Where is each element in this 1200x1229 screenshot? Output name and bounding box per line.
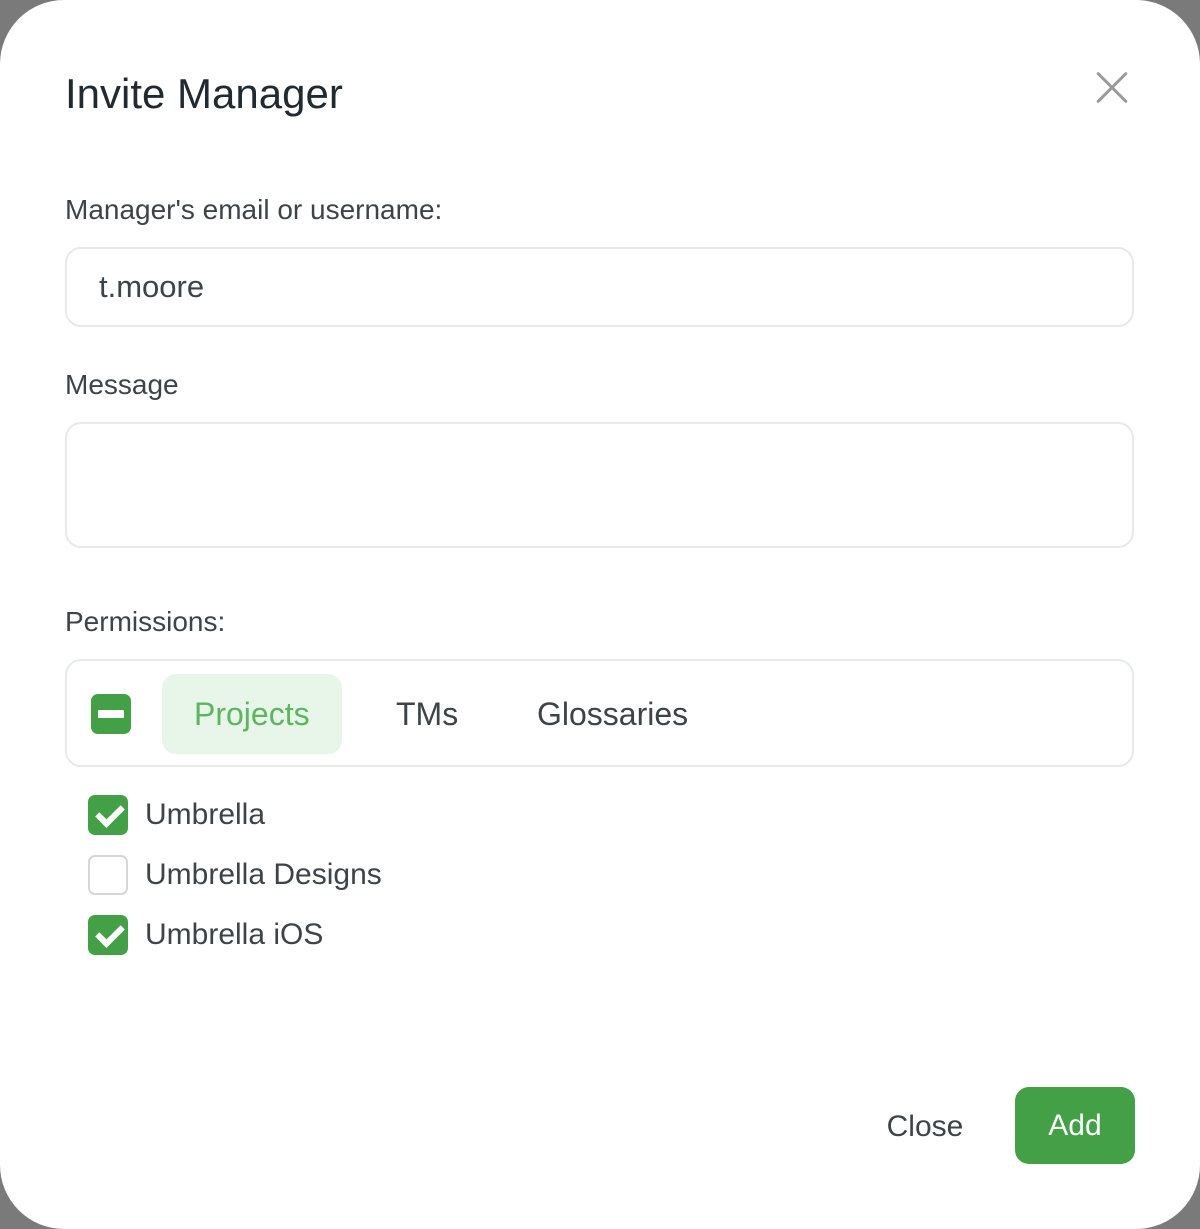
email-field[interactable] (65, 247, 1134, 327)
close-icon[interactable] (1094, 70, 1130, 106)
project-item-umbrella[interactable]: Umbrella (88, 795, 265, 835)
close-button[interactable]: Close (870, 1092, 980, 1162)
add-button[interactable]: Add (1015, 1087, 1135, 1164)
permissions-tabs-bar: Projects TMs Glossaries (65, 659, 1134, 767)
message-label: Message (65, 369, 179, 400)
checkbox-checked[interactable] (88, 795, 128, 835)
tab-tms[interactable]: TMs (364, 674, 490, 754)
project-item-umbrella-ios[interactable]: Umbrella iOS (88, 915, 323, 955)
select-all-checkbox[interactable] (91, 694, 131, 734)
tab-projects[interactable]: Projects (162, 674, 342, 754)
checkbox-unchecked[interactable] (88, 855, 128, 895)
permissions-label: Permissions: (65, 606, 226, 637)
invite-manager-dialog: Invite Manager Manager's email or userna… (0, 0, 1200, 1229)
email-label: Manager's email or username: (65, 194, 443, 225)
project-item-umbrella-designs[interactable]: Umbrella Designs (88, 855, 382, 895)
dialog-title: Invite Manager (65, 70, 343, 117)
checkbox-checked[interactable] (88, 915, 128, 955)
message-field[interactable] (65, 422, 1134, 548)
project-label: Umbrella Designs (145, 858, 382, 891)
project-label: Umbrella (145, 798, 266, 831)
project-label: Umbrella iOS (145, 918, 324, 951)
tab-glossaries[interactable]: Glossaries (505, 674, 720, 754)
